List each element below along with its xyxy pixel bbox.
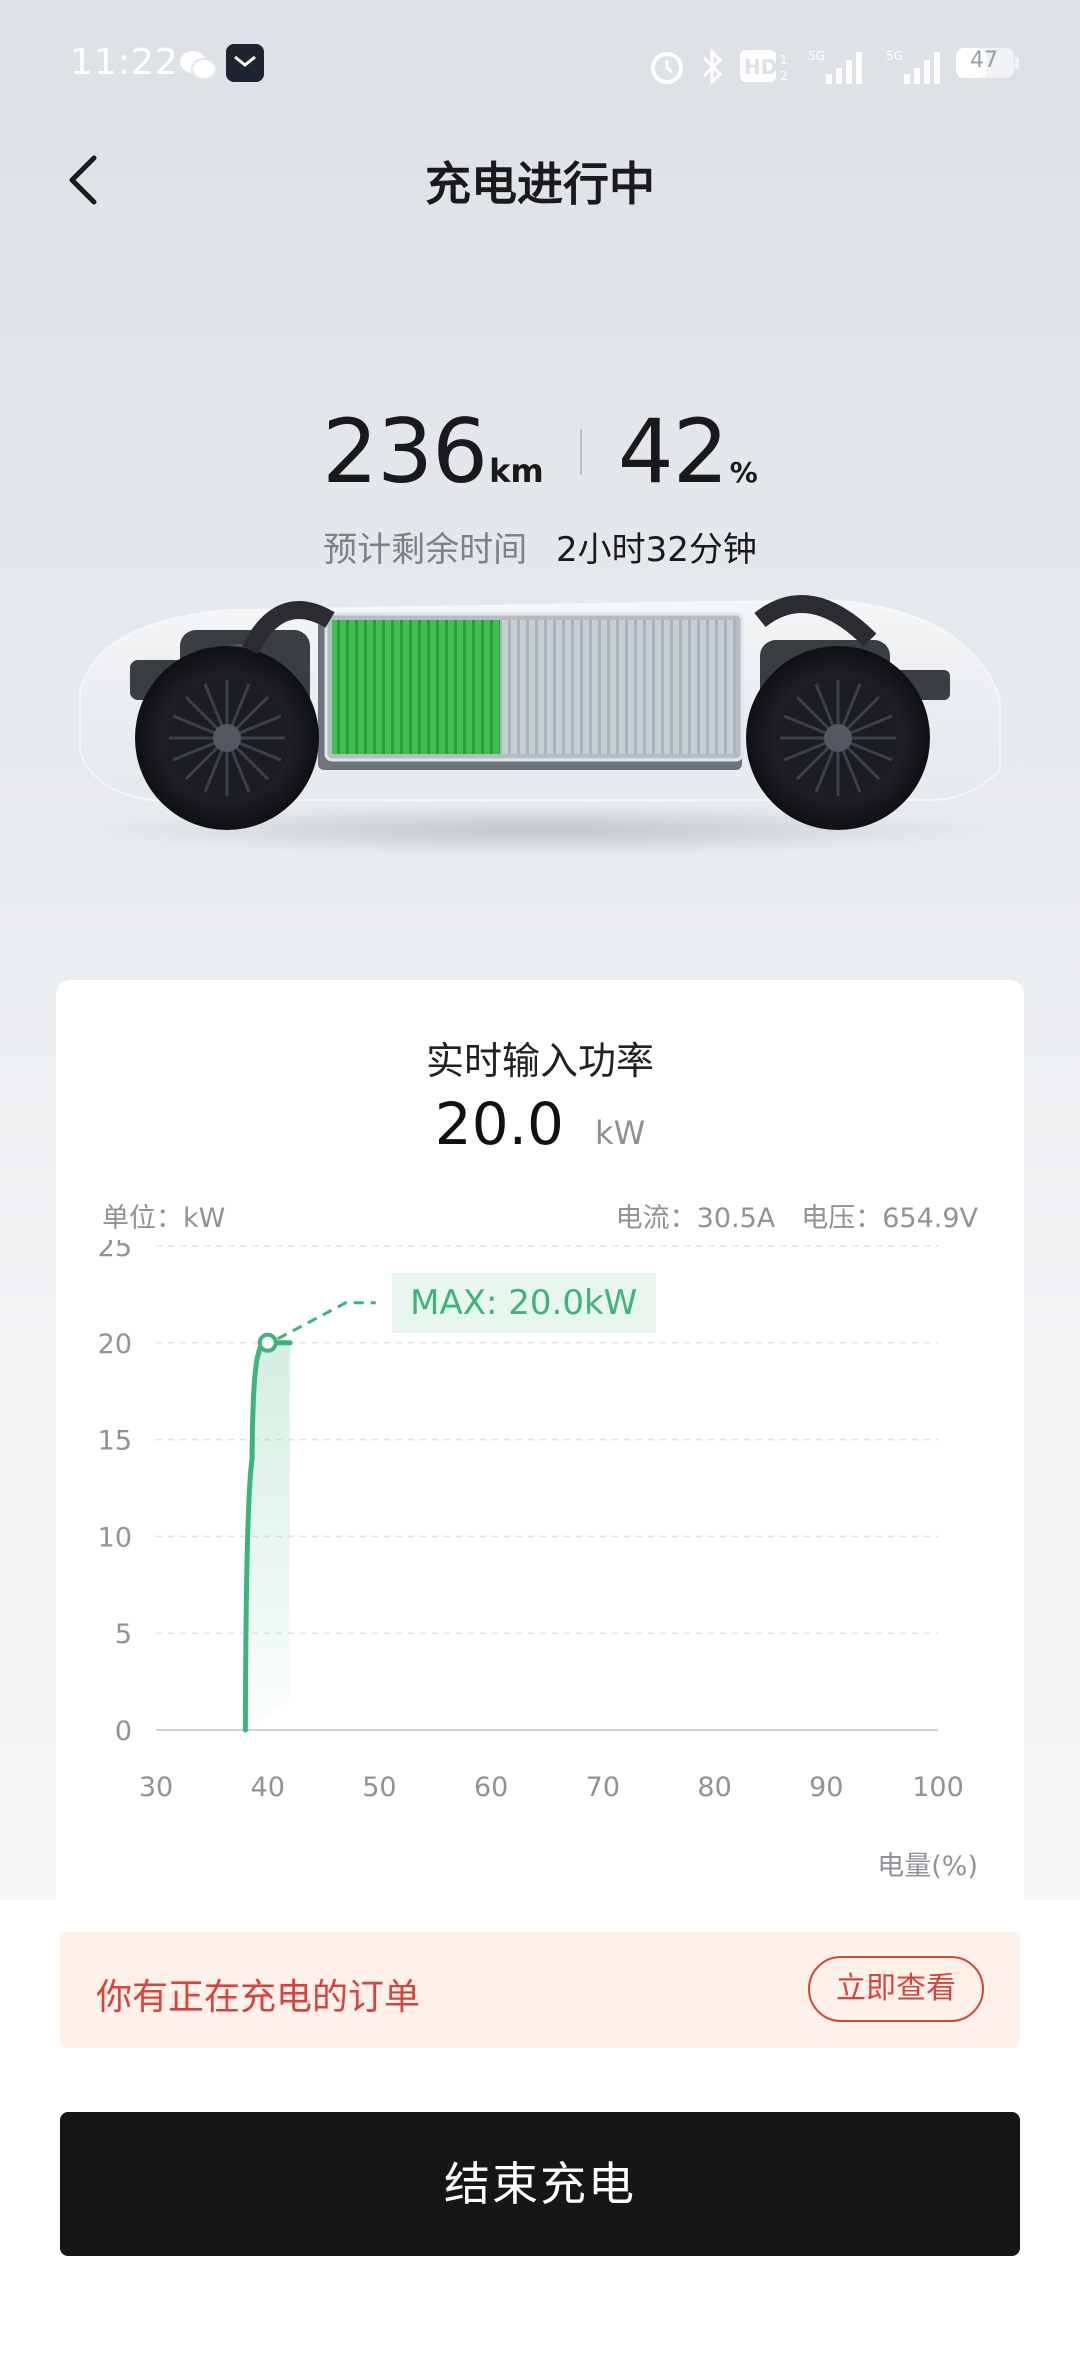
battery-level: 47	[970, 48, 998, 73]
y-tick-label: 25	[98, 1240, 132, 1263]
y-tick-label: 10	[98, 1522, 132, 1553]
status-time: 11:22	[70, 42, 179, 83]
y-tick-label: 0	[115, 1716, 132, 1747]
charging-order-notice: 你有正在充电的订单 立即查看	[60, 1932, 1020, 2048]
power-value: 20.0	[434, 1090, 564, 1158]
hd-icon: HD 1 2	[740, 48, 792, 84]
car-battery-illustration	[79, 595, 1001, 856]
x-tick-label: 100	[912, 1772, 964, 1803]
soc-unit: %	[729, 456, 758, 489]
x-tick-label: 40	[251, 1772, 285, 1803]
range-value: 236	[322, 400, 488, 503]
x-tick-label: 90	[809, 1772, 843, 1803]
stats-divider	[579, 428, 582, 475]
x-tick-label: 50	[362, 1772, 396, 1803]
power-readout: 20.0 kW	[56, 1090, 1024, 1158]
x-tick-label: 70	[586, 1772, 620, 1803]
svg-text:2: 2	[780, 69, 788, 83]
alarm-icon	[648, 48, 686, 86]
chart-unit-label: 单位：kW	[102, 1203, 226, 1234]
power-unit: kW	[595, 1114, 646, 1152]
wechat-icon	[178, 48, 218, 82]
max-leader-line	[277, 1301, 376, 1341]
x-tick-label: 80	[697, 1772, 731, 1803]
y-tick-label: 20	[98, 1329, 132, 1360]
max-label-text: MAX: 20.0kW	[410, 1283, 637, 1323]
power-card-title: 实时输入功率	[425, 1039, 654, 1083]
page-title: 充电进行中	[425, 157, 655, 211]
electrical-readout: 电流：30.5A 电压：654.9V	[616, 1196, 978, 1235]
bluetooth-icon	[700, 48, 724, 86]
chart-x-axis-label: 电量(%)	[877, 1851, 978, 1882]
charging-stats: 236 km 42 %	[0, 400, 1080, 503]
battery-icon: 47	[956, 46, 1020, 80]
svg-text:5G: 5G	[808, 49, 825, 63]
view-order-button[interactable]: 立即查看	[808, 1956, 984, 2022]
status-bar: 11:22 HD 1 2 5G 5G 47	[0, 0, 1080, 130]
power-chart: 0 5 10 15 20 25 30 40 50 60 70 80 90 100 MAX: 20.0kW	[98, 1240, 964, 1803]
x-tick-label: 60	[474, 1772, 508, 1803]
max-point-marker	[257, 1332, 278, 1353]
y-tick-label: 5	[115, 1619, 132, 1650]
nav-header: 充电进行中	[0, 130, 1080, 226]
svg-text:HD: HD	[744, 55, 777, 79]
svg-text:1: 1	[780, 53, 788, 67]
current-value: 电流：30.5A	[615, 1203, 776, 1234]
signal-5g-icon: 5G	[808, 48, 868, 86]
end-charging-button[interactable]: 结束充电	[60, 2112, 1020, 2256]
x-tick-label: 30	[139, 1772, 173, 1803]
svg-text:5G: 5G	[886, 49, 903, 63]
voltage-value: 电压：654.9V	[801, 1203, 978, 1234]
signal-5g-icon-2: 5G	[886, 48, 946, 86]
range-unit: km	[489, 452, 544, 490]
power-card: 实时输入功率 20.0 kW 单位：kW 电流：30.5A 电压：654.9V 0…	[56, 980, 1024, 1900]
soc-value: 42	[617, 400, 729, 503]
app-notification-icon	[226, 44, 264, 82]
charging-screen: 11:22 HD 1 2 5G 5G 47 充电进行中 236 km 42 % …	[0, 0, 1080, 2376]
y-tick-label: 15	[98, 1426, 132, 1457]
notice-text: 你有正在充电的订单	[96, 1977, 421, 2018]
